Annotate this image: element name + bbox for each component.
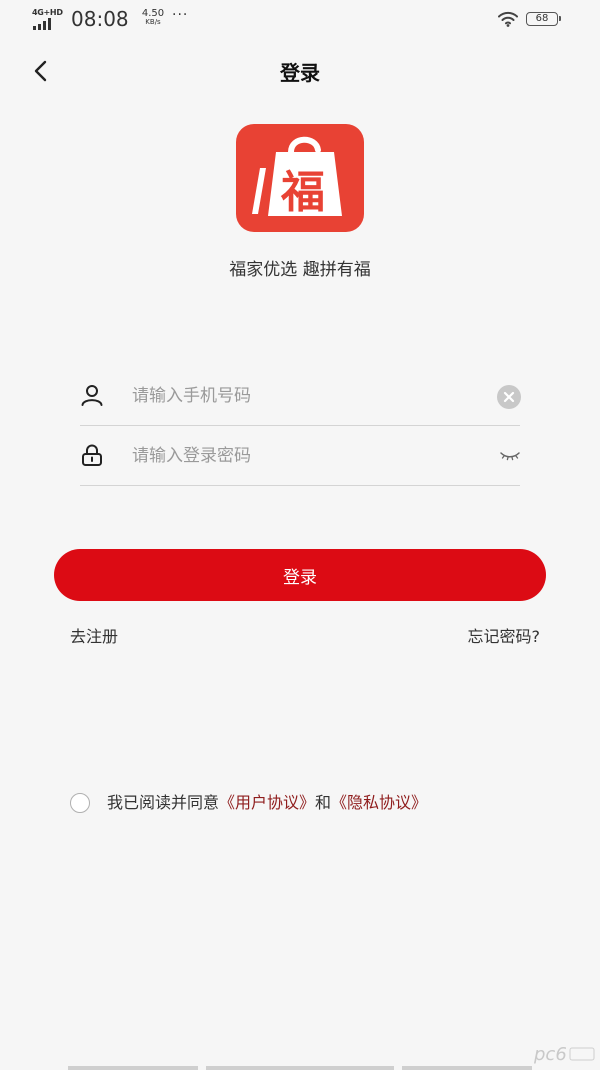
login-button[interactable]: 登录 xyxy=(54,549,546,601)
nav-bar: 登录 xyxy=(0,48,600,94)
network-type-label: 4G+HD xyxy=(32,8,63,17)
bottom-bar-segment xyxy=(402,1066,532,1070)
agreement-conjunction: 和 xyxy=(315,793,332,812)
status-bar: 4G+HD 08:08 4.50 KB/s ··· 68 xyxy=(0,0,600,40)
privacy-agreement-link[interactable]: 《隐私协议》 xyxy=(331,793,427,812)
password-visibility-toggle[interactable] xyxy=(498,448,522,464)
register-link[interactable]: 去注册 xyxy=(70,623,118,647)
bottom-bar-segment xyxy=(206,1066,394,1070)
eye-closed-icon xyxy=(500,452,520,461)
status-more-indicator: ··· xyxy=(172,7,189,23)
lock-icon xyxy=(82,444,102,466)
watermark-logo: pc6 xyxy=(533,1044,595,1065)
app-slogan: 福家优选 趣拼有福 xyxy=(229,260,371,280)
user-agreement-link[interactable]: 《用户协议》 xyxy=(219,793,315,812)
phone-input[interactable] xyxy=(132,380,472,412)
phone-input-row xyxy=(80,366,522,426)
bottom-divider-bars xyxy=(68,1066,532,1070)
signal-indicator: 4G+HD xyxy=(32,8,66,30)
battery-icon: 68 xyxy=(526,12,561,26)
bottom-bar-segment xyxy=(68,1066,198,1070)
forgot-password-link[interactable]: 忘记密码? xyxy=(468,623,541,647)
password-input[interactable] xyxy=(132,440,472,472)
clear-icon xyxy=(497,385,521,409)
password-input-row xyxy=(80,426,520,486)
signal-icon xyxy=(33,18,51,30)
agreement-text: 我已阅读并同意《用户协议》和《隐私协议》 xyxy=(107,793,427,813)
agreement-prefix: 我已阅读并同意 xyxy=(107,793,220,812)
app-logo: 福 xyxy=(236,124,364,232)
agreement-checkbox[interactable] xyxy=(70,793,90,813)
network-speed-unit: KB/s xyxy=(145,18,161,26)
user-icon xyxy=(81,385,103,406)
clear-phone-button[interactable] xyxy=(496,384,522,410)
page-title: 登录 xyxy=(280,61,320,85)
status-time: 08:08 xyxy=(71,7,129,31)
svg-text:pc6: pc6 xyxy=(533,1044,567,1065)
network-speed: 4.50 KB/s xyxy=(139,9,167,26)
logo-character: 福 xyxy=(281,167,325,218)
wifi-icon xyxy=(498,11,518,27)
